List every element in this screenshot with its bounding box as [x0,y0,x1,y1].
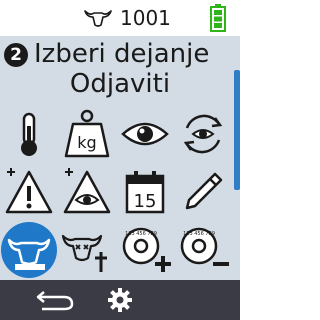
add-tag-tile[interactable]: 123 456 789 [117,222,173,278]
bottom-nav-bar [0,280,240,320]
tag-add-icon: 123 456 789 [122,227,171,272]
recheck-tile[interactable] [175,106,231,162]
page-subtitle: Odjaviti [69,69,171,99]
battery-full-icon [210,4,226,32]
animal-count: 1001 [120,6,171,30]
step-badge: 2 [4,43,28,67]
warning-icon [5,168,53,214]
warning-observe-tile[interactable] [59,164,115,220]
pencil-icon [185,172,223,210]
eye-icon [121,122,169,146]
status-bar: 1001 [0,0,240,36]
svg-text:123 456 789: 123 456 789 [125,231,157,237]
warning-tile[interactable] [1,164,57,220]
edit-tile[interactable] [175,164,231,220]
svg-text:15: 15 [134,191,157,212]
register-tile[interactable] [1,222,57,278]
warning-eye-icon [63,168,111,214]
eye-cycle-icon [183,114,223,154]
weight-tile[interactable]: kg [59,106,115,162]
svg-text:kg: kg [77,133,96,152]
thermometer-icon [21,112,37,156]
gear-icon[interactable] [106,286,134,314]
cow-head-icon [84,10,112,27]
weight-kg-icon: kg [64,109,110,158]
calendar-tile[interactable]: 15 [117,164,173,220]
back-arrow-icon[interactable] [30,286,80,314]
deceased-tile[interactable] [59,222,115,278]
scrollbar-thumb[interactable] [234,70,240,190]
observe-tile[interactable] [117,106,173,162]
thermometer-tile[interactable] [1,106,57,162]
svg-text:123 456 789: 123 456 789 [183,231,215,237]
cow-register-icon [7,238,51,270]
action-panel: 2 Izberi dejanje Odjaviti kg 15 123 456 … [0,36,240,280]
remove-tag-tile[interactable]: 123 456 789 [175,222,231,278]
cow-deceased-icon [61,234,107,272]
calendar-icon: 15 [125,171,165,214]
tag-remove-icon: 123 456 789 [180,227,229,266]
